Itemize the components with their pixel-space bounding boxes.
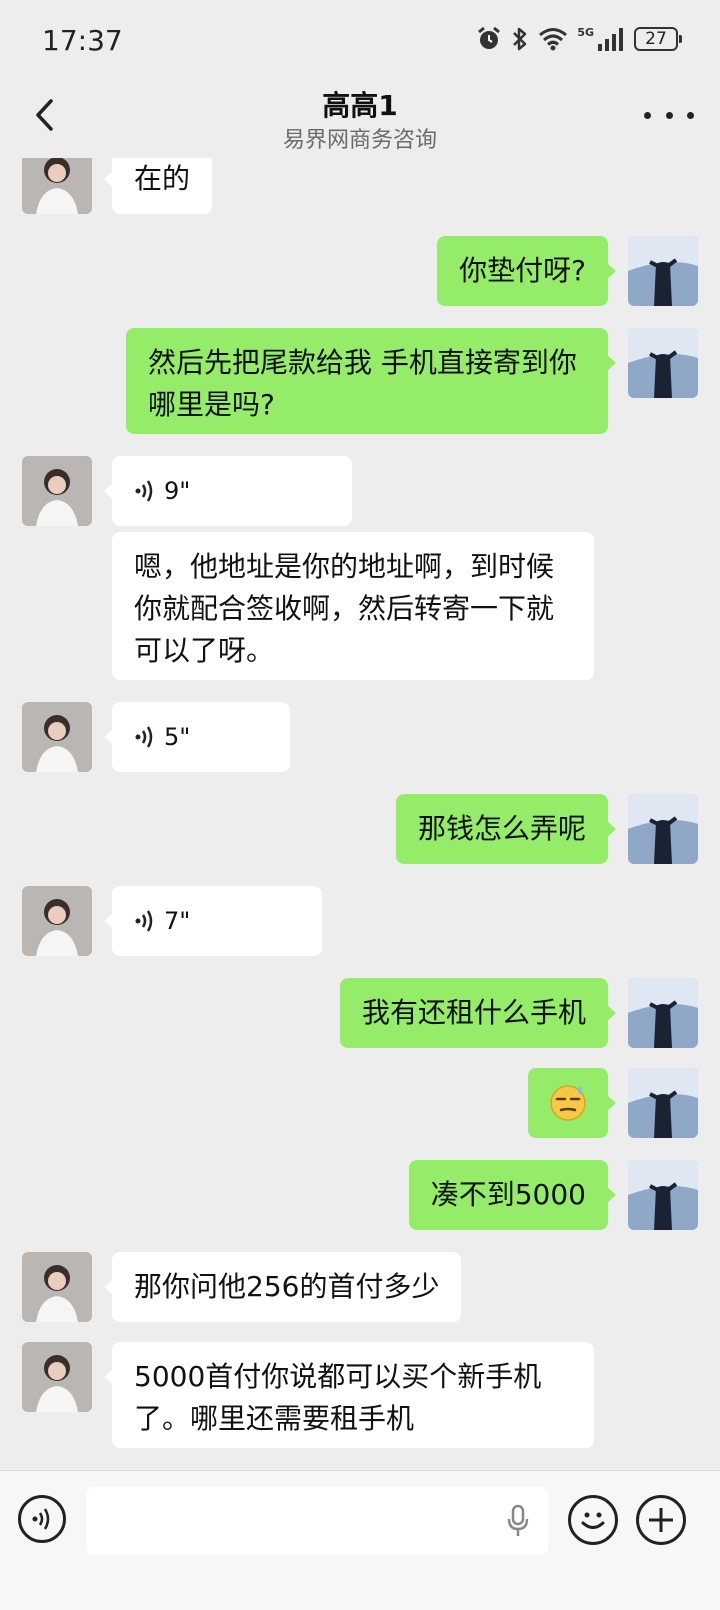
more-dot <box>644 111 651 119</box>
contact-avatar[interactable] <box>22 886 92 956</box>
voice-wave-icon <box>135 726 153 748</box>
sweat-emoji-icon <box>550 1085 586 1121</box>
emoji-message-bubble[interactable] <box>528 1068 616 1138</box>
alarm-icon <box>478 26 501 49</box>
message-list[interactable]: 在的 你垫付呀? 然后先把尾款给我 手机直接寄到你哪里是吗? 9" 嗯，他地址是… <box>0 158 720 1470</box>
chat-subtitle: 易界网商务咨询 <box>282 128 437 153</box>
input-bar <box>0 1470 720 1610</box>
voice-duration: 9" <box>164 477 191 505</box>
message-bubble[interactable]: 5000首付你说都可以买个新手机了。哪里还需要租手机 <box>104 1342 594 1448</box>
message-row-incoming: 9" <box>0 456 720 526</box>
voice-mode-icon <box>32 1508 50 1530</box>
wifi-icon <box>539 28 568 51</box>
message-text: 你垫付呀? <box>459 254 586 287</box>
message-row-outgoing <box>0 1068 720 1138</box>
message-bubble[interactable]: 我有还租什么手机 <box>339 978 617 1048</box>
voice-wave-icon <box>135 910 153 932</box>
message-row-incoming: 嗯，他地址是你的地址啊，到时候你就配合签收啊，然后转寄一下就可以了呀。 <box>0 532 720 680</box>
my-avatar[interactable] <box>628 1160 698 1230</box>
message-row-incoming: 在的 <box>0 158 720 214</box>
voice-message-bubble[interactable]: 7" <box>104 886 322 956</box>
battery-level: 27 <box>645 29 667 49</box>
my-avatar[interactable] <box>628 978 698 1048</box>
message-text: 然后先把尾款给我 手机直接寄到你哪里是吗? <box>148 346 577 421</box>
status-icons: 5G 27 <box>476 22 682 56</box>
chat-title: 高高1 <box>322 89 398 122</box>
signal-icon <box>598 28 623 51</box>
my-avatar[interactable] <box>628 794 698 864</box>
my-avatar[interactable] <box>628 1068 698 1138</box>
my-avatar[interactable] <box>628 236 698 306</box>
message-row-incoming: 那你问他256的首付多少 <box>0 1252 720 1322</box>
voice-duration: 5" <box>164 723 191 751</box>
message-bubble[interactable]: 嗯，他地址是你的地址啊，到时候你就配合签收啊，然后转寄一下就可以了呀。 <box>112 532 594 680</box>
message-bubble[interactable]: 你垫付呀? <box>437 236 616 306</box>
contact-avatar[interactable] <box>22 702 92 772</box>
message-bubble[interactable]: 凑不到5000 <box>408 1160 617 1230</box>
message-bubble[interactable]: 然后先把尾款给我 手机直接寄到你哪里是吗? <box>126 328 616 434</box>
message-row-outgoing: 你垫付呀? <box>0 236 720 306</box>
bluetooth-icon <box>513 27 527 51</box>
contact-avatar[interactable] <box>22 456 92 526</box>
more-button[interactable] <box>644 98 694 132</box>
voice-duration: 7" <box>164 907 191 935</box>
voice-wave-icon <box>135 480 153 502</box>
message-row-incoming: 5" <box>0 702 720 772</box>
voice-message-bubble[interactable]: 9" <box>104 456 352 526</box>
message-text: 那钱怎么弄呢 <box>417 812 586 845</box>
plus-button[interactable] <box>636 1495 686 1545</box>
message-text: 凑不到5000 <box>430 1178 586 1211</box>
battery-icon: 27 <box>634 27 682 51</box>
microphone-icon[interactable] <box>506 1504 530 1538</box>
status-time: 17:37 <box>42 24 123 57</box>
message-text: 在的 <box>134 162 191 195</box>
message-bubble[interactable]: 在的 <box>103 158 213 214</box>
message-text: 我有还租什么手机 <box>361 996 586 1029</box>
message-row-outgoing: 凑不到5000 <box>0 1160 720 1230</box>
message-text: 那你问他256的首付多少 <box>134 1270 440 1303</box>
contact-avatar[interactable] <box>22 158 92 214</box>
message-row-incoming: 5000首付你说都可以买个新手机了。哪里还需要租手机 <box>0 1342 720 1448</box>
message-row-outgoing: 然后先把尾款给我 手机直接寄到你哪里是吗? <box>0 328 720 434</box>
message-row-outgoing: 我有还租什么手机 <box>0 978 720 1048</box>
network-type: 5G <box>577 26 594 39</box>
voice-message-bubble[interactable]: 5" <box>104 702 290 772</box>
message-row-incoming: 7" <box>0 886 720 956</box>
message-bubble[interactable]: 那钱怎么弄呢 <box>395 794 617 864</box>
message-input[interactable] <box>86 1487 548 1555</box>
more-dot <box>665 111 673 119</box>
more-dot <box>687 111 694 119</box>
message-text: 5000首付你说都可以买个新手机了。哪里还需要租手机 <box>134 1360 542 1435</box>
contact-avatar[interactable] <box>22 1342 92 1412</box>
message-text: 嗯，他地址是你的地址啊，到时候你就配合签收啊，然后转寄一下就可以了呀。 <box>134 550 555 667</box>
chat-header: 高高1 易界网商务咨询 <box>0 84 720 158</box>
emoji-icon <box>581 1512 605 1529</box>
message-row-outgoing: 那钱怎么弄呢 <box>0 794 720 864</box>
status-bar: 17:37 5G 27 <box>0 0 720 84</box>
voice-mode-button[interactable] <box>18 1495 66 1543</box>
message-bubble[interactable]: 那你问他256的首付多少 <box>103 1252 462 1322</box>
contact-avatar[interactable] <box>22 1252 92 1322</box>
emoji-button[interactable] <box>568 1495 618 1545</box>
my-avatar[interactable] <box>628 328 698 398</box>
